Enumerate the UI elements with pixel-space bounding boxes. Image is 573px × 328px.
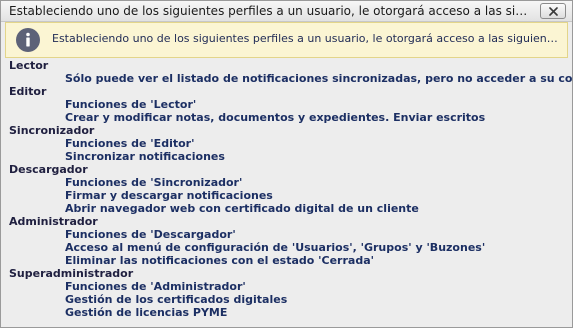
- profile-permission: Eliminar las notificaciones con el estad…: [65, 254, 374, 267]
- banner-text: Estableciendo uno de los siguientes perf…: [52, 32, 562, 45]
- profile-permission: Firmar y descargar notificaciones: [65, 189, 273, 202]
- profile-permission: Funciones de 'Sincronizador': [65, 176, 243, 189]
- info-banner: Estableciendo uno de los siguientes perf…: [5, 22, 568, 58]
- profile-permission: Funciones de 'Administrador': [65, 280, 246, 293]
- dialog-window: Estableciendo uno de los siguientes perf…: [0, 0, 573, 328]
- close-button[interactable]: [540, 3, 566, 19]
- profile-permission: Gestión de los certificados digitales: [65, 293, 288, 306]
- close-icon: [549, 7, 558, 16]
- profile-name: Sincronizador: [9, 124, 95, 137]
- profile-name: Editor: [9, 85, 47, 98]
- title-bar[interactable]: Estableciendo uno de los siguientes perf…: [1, 1, 572, 22]
- window-title: Estableciendo uno de los siguientes perf…: [9, 4, 529, 18]
- profile-permission: Funciones de 'Descargador': [65, 228, 236, 241]
- profile-permission: Funciones de 'Editor': [65, 137, 195, 150]
- profile-name: Lector: [9, 59, 49, 72]
- profiles-list: Lector Sólo puede ver el listado de notif…: [1, 59, 572, 327]
- profile-permission: Funciones de 'Lector': [65, 98, 197, 111]
- profile-permission: Sólo puede ver el listado de notificacio…: [65, 72, 573, 85]
- profile-name: Superadministrador: [9, 267, 134, 280]
- profile-permission: Crear y modificar notas, documentos y ex…: [65, 111, 486, 124]
- profile-name: Descargador: [9, 163, 88, 176]
- profile-permission: Gestión de licencias PYME: [65, 306, 228, 319]
- profile-permission: Acceso al menú de configuración de 'Usua…: [65, 241, 486, 254]
- info-icon: [16, 28, 40, 52]
- profile-permission: Sincronizar notificaciones: [65, 150, 225, 163]
- profile-permission: Abrir navegador web con certificado digi…: [65, 202, 419, 215]
- profile-name: Administrador: [9, 215, 98, 228]
